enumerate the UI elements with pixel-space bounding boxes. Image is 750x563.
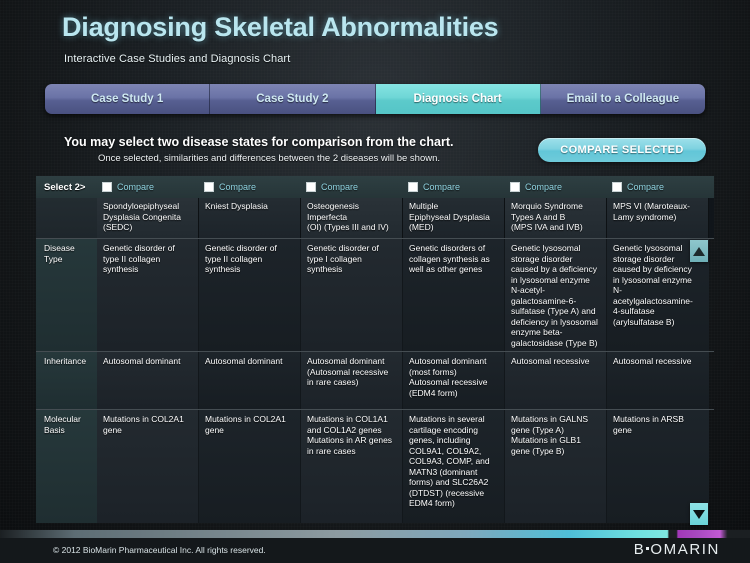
compare-label: Compare	[525, 182, 563, 192]
table-cell: Mutations in several cartilage encoding …	[403, 410, 505, 523]
biomarin-logo: B OMARIN	[634, 541, 720, 558]
table-cell: Genetic disorder of type I collagen synt…	[301, 239, 403, 351]
checkbox-icon[interactable]	[204, 182, 214, 192]
chart-column-header-6[interactable]: MPS VI (Maroteaux- Lamy syndrome)	[607, 198, 709, 238]
scroll-up-button[interactable]	[690, 240, 708, 262]
compare-label: Compare	[321, 182, 359, 192]
table-cell: Autosomal dominant (Autosomal recessive …	[301, 352, 403, 409]
compare-select-row: Select 2> Compare Compare Compare Compare Co…	[36, 176, 714, 198]
table-row: Molecular Basis Mutations in COL2A1 gene M…	[36, 409, 714, 523]
table-cell: Mutations in COL2A1 gene	[199, 410, 301, 523]
compare-checkbox-cell-3[interactable]: Compare	[301, 182, 403, 192]
header-corner-spacer	[36, 198, 97, 238]
page-title: Diagnosing Skeletal Abnormalities	[62, 12, 499, 42]
table-cell: Genetic disorder of type II collagen syn…	[97, 239, 199, 351]
compare-checkbox-cell-5[interactable]: Compare	[505, 182, 607, 192]
chart-column-header-row: Spondyloepiphyseal Dysplasia Congenita (…	[36, 198, 714, 238]
checkbox-icon[interactable]	[612, 182, 622, 192]
copyright-text: © 2012 BioMarin Pharmaceutical Inc. All …	[53, 545, 266, 555]
table-row: Inheritance Autosomal dominant Autosomal d…	[36, 351, 714, 409]
brand-dot-icon	[646, 547, 650, 550]
chart-body: Disease Type Genetic disorder of type II …	[36, 238, 714, 523]
table-cell: Genetic lysosomal storage disorder cause…	[505, 239, 607, 351]
checkbox-icon[interactable]	[408, 182, 418, 192]
compare-label: Compare	[627, 182, 665, 192]
compare-label: Compare	[219, 182, 257, 192]
table-row: Disease Type Genetic disorder of type II …	[36, 238, 714, 351]
row-label-3: Molecular Basis	[36, 410, 97, 523]
row-label-2: Inheritance	[36, 352, 97, 409]
tab-case-study-1[interactable]: Case Study 1	[45, 84, 211, 114]
tab-email-to-a-colleague[interactable]: Email to a Colleague	[540, 84, 705, 114]
triangle-up-icon	[693, 246, 705, 256]
checkbox-icon[interactable]	[102, 182, 112, 192]
compare-checkbox-cell-4[interactable]: Compare	[403, 182, 505, 192]
footer-color-bar	[0, 530, 750, 538]
tab-diagnosis-chart[interactable]: Diagnosis Chart	[375, 84, 541, 114]
compare-checkbox-cell-2[interactable]: Compare	[199, 182, 301, 192]
page-subtitle: Interactive Case Studies and Diagnosis C…	[64, 53, 291, 65]
tab-case-study-2[interactable]: Case Study 2	[210, 84, 376, 114]
table-cell: Genetic disorder of type II collagen syn…	[199, 239, 301, 351]
chart-column-header-3[interactable]: Osteogenesis Imperfecta (OI) (Types III …	[301, 198, 403, 238]
table-cell: Autosomal dominant (most forms) Autosoma…	[403, 352, 505, 409]
compare-checkbox-cell-1[interactable]: Compare	[97, 182, 199, 192]
instruction-secondary: Once selected, similarities and differen…	[98, 153, 441, 164]
table-cell: Mutations in GALNS gene (Type A) Mutatio…	[505, 410, 607, 523]
compare-selected-button[interactable]: COMPARE SELECTED	[538, 138, 706, 162]
table-cell: Autosomal dominant	[199, 352, 301, 409]
table-cell: Genetic disorders of collagen synthesis …	[403, 239, 505, 351]
instruction-primary: You may select two disease states for co…	[64, 135, 454, 149]
compare-checkbox-cell-6[interactable]: Compare	[607, 182, 709, 192]
brand-rest: OMARIN	[650, 541, 720, 558]
select-two-label: Select 2>	[44, 181, 86, 193]
chart-column-header-5[interactable]: Morquio Syndrome Types A and B (MPS IVA …	[505, 198, 607, 238]
compare-label: Compare	[117, 182, 155, 192]
brand-b: B	[633, 541, 646, 558]
chart-column-header-4[interactable]: Multiple Epiphyseal Dysplasia (MED)	[403, 198, 505, 238]
table-cell: Mutations in COL1A1 and COL1A2 genes Mut…	[301, 410, 403, 523]
compare-label: Compare	[423, 182, 461, 192]
diagnosis-chart-table: Select 2> Compare Compare Compare Compare Co…	[36, 176, 714, 526]
checkbox-icon[interactable]	[306, 182, 316, 192]
checkbox-icon[interactable]	[510, 182, 520, 192]
table-cell: Autosomal dominant	[97, 352, 199, 409]
page-footer: © 2012 BioMarin Pharmaceutical Inc. All …	[0, 538, 750, 563]
table-cell: Mutations in COL2A1 gene	[97, 410, 199, 523]
triangle-down-icon	[693, 509, 705, 519]
table-cell: Autosomal recessive	[505, 352, 607, 409]
scroll-down-button[interactable]	[690, 503, 708, 525]
table-cell: Autosomal recessive	[607, 352, 709, 409]
chart-column-header-2[interactable]: Kniest Dysplasia	[199, 198, 301, 238]
row-label-1: Disease Type	[36, 239, 97, 351]
main-tab-bar: Case Study 1 Case Study 2 Diagnosis Chart E…	[45, 84, 705, 114]
chart-column-header-1[interactable]: Spondyloepiphyseal Dysplasia Congenita (…	[97, 198, 199, 238]
